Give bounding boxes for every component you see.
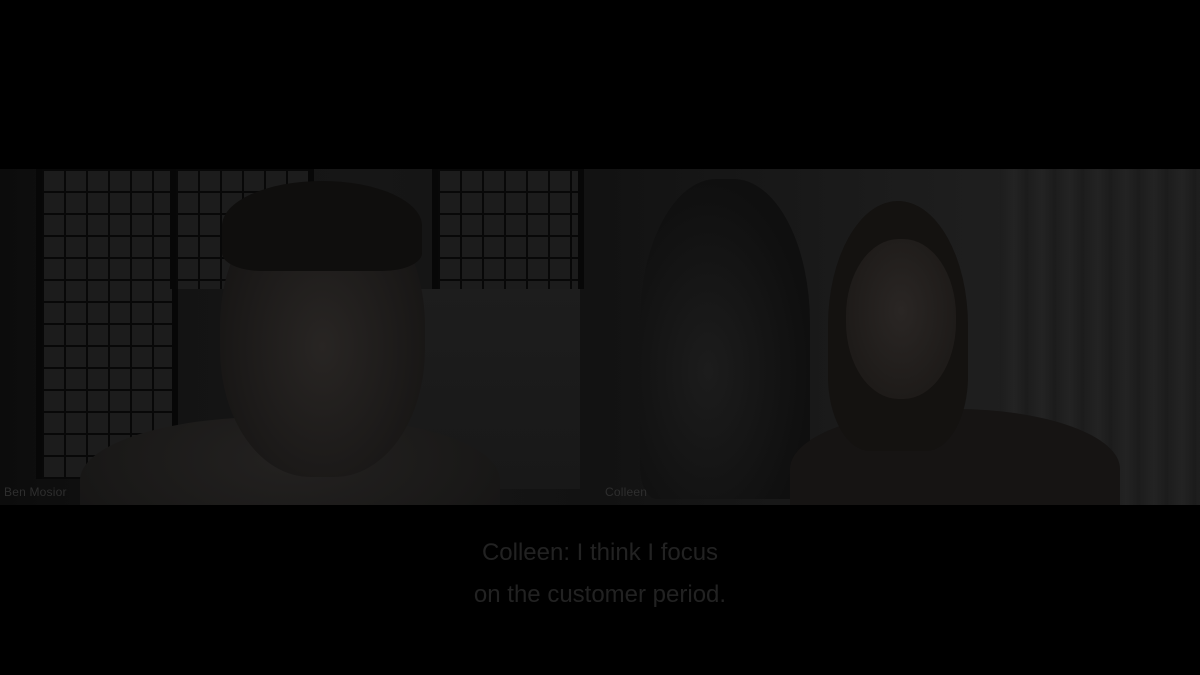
participant-tile-colleen[interactable]: Colleen [600, 169, 1200, 505]
caption-area: Colleen: I think I focus on the customer… [0, 532, 1200, 616]
shoji-screen [432, 169, 584, 289]
background-object [640, 179, 810, 499]
video-call-stage: Ben Mosior Colleen Colleen: I think I fo… [0, 0, 1200, 675]
participant-name-label: Colleen [605, 485, 648, 499]
participant-name-label: Ben Mosior [4, 485, 67, 499]
caption-line: Colleen: I think I focus [481, 539, 719, 566]
participant-hair [222, 181, 422, 271]
participant-face [846, 239, 956, 399]
participant-tile-ben-mosior[interactable]: Ben Mosior [0, 169, 600, 505]
caption-line: on the customer period. [473, 581, 727, 608]
